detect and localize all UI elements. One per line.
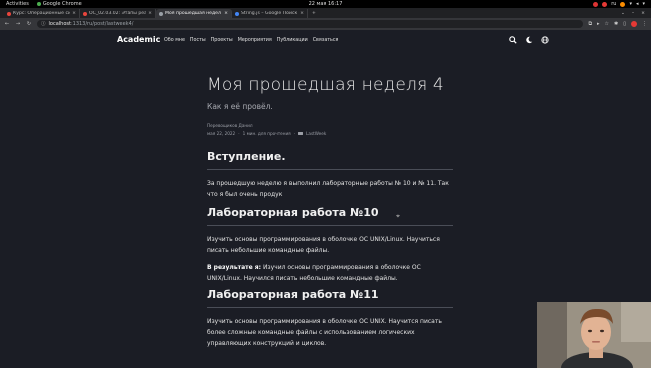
- tab-3[interactable]: String.js – Google Поиск ×: [232, 9, 308, 18]
- folder-icon: [298, 131, 304, 136]
- chrome-icon: [36, 2, 41, 6]
- section-heading: Лабораторная работа №11: [207, 288, 379, 301]
- extensions-area: ⧉ ▸ ☆ ✱ ▯ ⋮: [588, 21, 647, 27]
- post-meta: мая 22, 2022 · 1 мин. для прочтения · La…: [207, 131, 453, 136]
- screenshare-icon: [602, 1, 608, 7]
- sidebar-icon[interactable]: ▯: [623, 21, 626, 27]
- window-controls: ⌄ – ×: [621, 9, 651, 18]
- tab-title: ОС_02.03.02: Этапы реал: [89, 11, 147, 16]
- menu-item-projects[interactable]: Проекты: [211, 38, 233, 43]
- section-heading: Лабораторная работа №10: [207, 206, 379, 219]
- post-title: Моя прошедшая неделя 4: [207, 75, 444, 95]
- cast-icon[interactable]: ▸: [597, 21, 600, 27]
- tab-title: Курс: Операционные си: [13, 11, 71, 16]
- search-icon[interactable]: [509, 36, 517, 44]
- menu-item-contact[interactable]: Связаться: [313, 38, 339, 43]
- install-icon[interactable]: ⧉: [588, 21, 592, 27]
- info-icon[interactable]: ⓘ: [41, 21, 46, 27]
- profile-avatar[interactable]: [631, 21, 637, 27]
- activities-button[interactable]: Activities: [6, 1, 29, 7]
- tab-close-icon[interactable]: ×: [148, 11, 152, 16]
- menu-item-about[interactable]: Обо мне: [164, 38, 185, 43]
- tab-close-icon[interactable]: ×: [224, 11, 228, 16]
- tab-title: String.js – Google Поиск: [241, 11, 298, 16]
- tab-favicon-icon: [235, 11, 239, 16]
- address-bar[interactable]: ⓘ localhost:1313/ru/post/lastweek4/: [37, 20, 584, 28]
- site-brand[interactable]: Academic: [117, 35, 160, 44]
- webcam-person-image: [537, 302, 651, 368]
- record-icon: [593, 1, 599, 7]
- system-tray[interactable]: ru ▾ ◂ ▾: [593, 1, 645, 7]
- close-window-icon[interactable]: ×: [641, 11, 645, 16]
- tab-favicon-icon: [7, 11, 11, 16]
- volume-icon: ◂: [635, 1, 639, 7]
- tab-title: Моя прошедшая недел: [165, 11, 221, 16]
- url-host: localhost: [48, 21, 71, 27]
- site-navbar: Academic Обо мне Посты Проекты Мероприят…: [0, 30, 651, 53]
- tab-close-icon[interactable]: ×: [72, 11, 76, 16]
- app-name: Google Chrome: [42, 1, 82, 7]
- extension-icon[interactable]: ✱: [614, 21, 618, 27]
- menu-item-events[interactable]: Мероприятия: [238, 38, 272, 43]
- section-heading: Вступление.: [207, 150, 286, 163]
- app-menu[interactable]: Google Chrome: [36, 1, 82, 7]
- tab-search-icon[interactable]: ⌄: [621, 11, 625, 16]
- back-icon[interactable]: ←: [4, 21, 10, 27]
- meta-separator: ·: [238, 131, 240, 136]
- divider: [207, 307, 453, 308]
- section-lab11: Лабораторная работа №11 Изучить основы п…: [207, 288, 453, 349]
- toolbar: ← → ↻ ⓘ localhost:1313/ru/post/lastweek4…: [0, 18, 651, 30]
- webcam-overlay: [537, 302, 651, 368]
- bookmark-star-icon[interactable]: ☆: [605, 21, 609, 27]
- section-intro: Вступление. За прошедшую неделю я выполн…: [207, 150, 453, 200]
- post-category[interactable]: LastWeek: [306, 131, 326, 136]
- tab-close-icon[interactable]: ×: [300, 11, 304, 16]
- paragraph-text: Изучить основы программирования в оболоч…: [207, 236, 440, 254]
- gnome-top-bar: Activities Google Chrome 22 мая 16:17 ru…: [0, 0, 651, 8]
- paragraph: За прошедшую неделю я выполнил лаборатор…: [207, 178, 453, 200]
- post-subtitle: Как я её провёл.: [207, 102, 273, 111]
- paragraph: Изучить основы программирования в оболоч…: [207, 234, 453, 256]
- url-path: :1313/ru/post/lastweek4/: [70, 21, 134, 27]
- meta-separator: ·: [293, 131, 296, 136]
- tab-2[interactable]: Моя прошедшая недел ×: [156, 9, 232, 18]
- paragraph: Изучить основы программирования в оболоч…: [207, 316, 453, 349]
- chrome-menu-icon[interactable]: ⋮: [642, 21, 647, 27]
- article: Моя прошедшая неделя 4 Как я её провёл. …: [207, 75, 453, 349]
- divider: [207, 225, 453, 226]
- post-author[interactable]: Перевощиков Данил: [207, 123, 453, 128]
- new-tab-button[interactable]: +: [308, 9, 320, 18]
- divider: [207, 169, 453, 170]
- moon-icon[interactable]: [525, 36, 533, 44]
- paragraph-bold: В результате я:: [207, 264, 262, 271]
- paragraph-text: За прошедшую неделю я выполнил лаборатор…: [207, 180, 449, 198]
- post-read-time: 1 мин. для прочтения: [242, 131, 291, 136]
- section-lab10: Лабораторная работа №10 Изучить основы п…: [207, 206, 453, 284]
- clock[interactable]: 22 мая 16:17: [309, 1, 343, 7]
- reload-icon[interactable]: ↻: [26, 21, 32, 27]
- wifi-icon: ▾: [629, 1, 632, 7]
- forward-icon[interactable]: →: [15, 21, 21, 27]
- site-nav-icons: [509, 36, 549, 44]
- globe-icon[interactable]: [541, 36, 549, 44]
- site-menu: Обо мне Посты Проекты Мероприятия Публик…: [164, 38, 338, 43]
- tab-strip: Курс: Операционные си × ОС_02.03.02: Эта…: [0, 8, 651, 18]
- menu-item-posts[interactable]: Посты: [190, 38, 206, 43]
- tab-0[interactable]: Курс: Операционные си ×: [4, 9, 80, 18]
- tab-favicon-icon: [83, 11, 87, 16]
- app-indicator-icon: [620, 1, 626, 7]
- mouse-cursor-icon: ⌖: [396, 212, 400, 220]
- paragraph-text: Изучить основы программирования в оболоч…: [207, 318, 442, 347]
- tab-1[interactable]: ОС_02.03.02: Этапы реал ×: [80, 9, 156, 18]
- power-icon: ▾: [642, 1, 645, 7]
- tab-favicon-icon: [159, 11, 163, 16]
- minimize-icon[interactable]: –: [632, 11, 634, 16]
- post-date: мая 22, 2022: [207, 131, 236, 136]
- menu-item-publications[interactable]: Публикации: [277, 38, 308, 43]
- language-indicator: ru: [611, 1, 617, 7]
- paragraph: В результате я: Изучил основы программир…: [207, 262, 453, 284]
